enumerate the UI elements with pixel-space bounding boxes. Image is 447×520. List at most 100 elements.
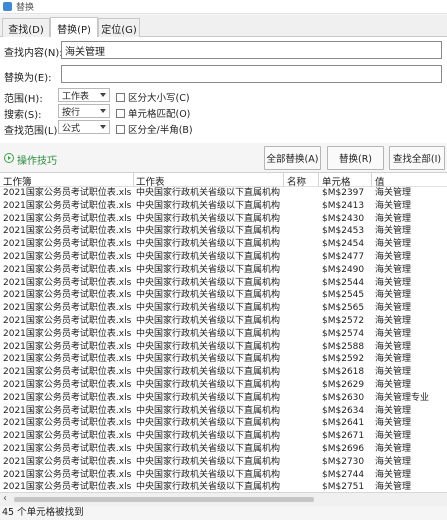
table-row[interactable]: 2021国家公务员考试职位表.xls 中央国家行政机关省级以下直属机构 $M$262… <box>0 379 447 392</box>
column-header-workbook[interactable]: 工作簿 <box>3 174 32 188</box>
table-row[interactable]: 2021国家公务员考试职位表.xls 中央国家行政机关省级以下直属机构 $M$256… <box>0 302 447 315</box>
table-cell: 海关管理 <box>375 354 412 365</box>
table-cell: 2021国家公务员考试职位表.xls <box>3 290 131 301</box>
scope-label: 范围(H): <box>4 94 43 105</box>
replace-button[interactable]: 替换(R) <box>327 146 384 170</box>
table-cell: 海关管理 <box>375 367 412 378</box>
table-cell: 中央国家行政机关省级以下直属机构 <box>136 444 281 454</box>
table-cell: 2021国家公务员考试职位表.xls <box>3 252 131 262</box>
table-row[interactable]: 2021国家公务员考试职位表.xls 中央国家行政机关省级以下直属机构 $M$254… <box>0 277 447 290</box>
table-cell: 海关管理 <box>375 239 412 250</box>
find-input[interactable]: 海关管理 <box>61 41 442 59</box>
table-cell: 2021国家公务员考试职位表.xls <box>3 392 131 403</box>
table-cell: 2021国家公务员考试职位表.xls <box>3 316 131 326</box>
table-cell: $M$2490 <box>322 264 365 275</box>
chevron-left-icon[interactable]: ‹ <box>3 493 7 504</box>
tab-replace[interactable]: 替换(P) <box>50 17 98 38</box>
table-row[interactable]: 2021国家公务员考试职位表.xls 中央国家行政机关省级以下直属机构 $M$247… <box>0 251 447 264</box>
status-bar: 45 个单元格被找到 <box>0 506 447 520</box>
results-table: 工作簿 工作表 名称 单元格 值 2021国家公务员考试职位表.xls 中央国家行… <box>0 172 447 492</box>
table-row[interactable]: 2021国家公务员考试职位表.xls 中央国家行政机关省级以下直属机构 $M$261… <box>0 366 447 379</box>
table-row[interactable]: 2021国家公务员考试职位表.xls 中央国家行政机关省级以下直属机构 $M$269… <box>0 443 447 456</box>
replace-all-button[interactable]: 全部替换(A) <box>264 146 321 170</box>
table-cell: $M$2730 <box>322 456 365 467</box>
table-row[interactable]: 2021国家公务员考试职位表.xls 中央国家行政机关省级以下直属机构 $M$257… <box>0 328 447 341</box>
table-cell: 中央国家行政机关省级以下直属机构 <box>136 380 281 390</box>
table-row[interactable]: 2021国家公务员考试职位表.xls 中央国家行政机关省级以下直属机构 $M$273… <box>0 456 447 469</box>
scope-select-value: 工作表 <box>62 91 90 102</box>
table-cell: 海关管理 <box>375 277 412 288</box>
table-row[interactable]: 2021国家公务员考试职位表.xls 中央国家行政机关省级以下直属机构 $M$263… <box>0 405 447 418</box>
table-cell: 中央国家行政机关省级以下直属机构 <box>136 482 281 492</box>
table-cell: $M$2545 <box>322 290 365 301</box>
table-row[interactable]: 2021国家公务员考试职位表.xls 中央国家行政机关省级以下直属机构 $M$245… <box>0 238 447 251</box>
table-cell: 2021国家公务员考试职位表.xls <box>3 200 131 211</box>
table-cell: $M$2477 <box>322 252 365 262</box>
table-cell: 海关管理 <box>375 418 412 429</box>
table-row[interactable]: 2021国家公务员考试职位表.xls 中央国家行政机关省级以下直属机构 $M$267… <box>0 430 447 443</box>
table-row[interactable]: 2021国家公务员考试职位表.xls 中央国家行政机关省级以下直属机构 $M$257… <box>0 315 447 328</box>
play-circle-icon[interactable] <box>4 153 14 163</box>
table-cell: $M$2592 <box>322 354 365 365</box>
column-header-value[interactable]: 值 <box>375 174 385 188</box>
table-row[interactable]: 2021国家公务员考试职位表.xls 中央国家行政机关省级以下直属机构 $M$254… <box>0 289 447 302</box>
table-row[interactable]: 2021国家公务员考试职位表.xls 中央国家行政机关省级以下直属机构 $M$241… <box>0 200 447 213</box>
scrollbar-thumb[interactable] <box>14 497 314 502</box>
table-cell: 中央国家行政机关省级以下直属机构 <box>136 367 281 378</box>
table-row[interactable]: 2021国家公务员考试职位表.xls 中央国家行政机关省级以下直属机构 $M$274… <box>0 469 447 482</box>
table-cell: 2021国家公务员考试职位表.xls <box>3 367 131 378</box>
column-divider[interactable] <box>283 173 284 187</box>
table-cell: 中央国家行政机关省级以下直属机构 <box>136 392 281 403</box>
tips-link[interactable]: 操作技巧 <box>17 152 57 167</box>
table-row[interactable]: 2021国家公务员考试职位表.xls 中央国家行政机关省级以下直属机构 $M$243… <box>0 213 447 226</box>
table-row[interactable]: 2021国家公务员考试职位表.xls 中央国家行政机关省级以下直属机构 $M$259… <box>0 353 447 366</box>
lookin-select[interactable]: 公式 <box>58 120 110 134</box>
table-row[interactable]: 2021国家公务员考试职位表.xls 中央国家行政机关省级以下直属机构 $M$245… <box>0 225 447 238</box>
table-cell: 2021国家公务员考试职位表.xls <box>3 239 131 250</box>
match-case-checkbox[interactable]: 区分大小写(C) <box>116 90 190 104</box>
table-cell: 2021国家公务员考试职位表.xls <box>3 444 131 454</box>
table-row[interactable]: 2021国家公务员考试职位表.xls 中央国家行政机关省级以下直属机构 $M$258… <box>0 341 447 354</box>
table-cell: 中央国家行政机关省级以下直属机构 <box>136 277 281 288</box>
table-cell: 中央国家行政机关省级以下直属机构 <box>136 239 281 250</box>
horizontal-scrollbar[interactable]: ‹ <box>0 492 447 506</box>
scope-select[interactable]: 工作表 <box>58 88 110 102</box>
table-cell: 海关管理 <box>375 290 412 301</box>
table-cell: 2021国家公务员考试职位表.xls <box>3 213 131 224</box>
replace-input[interactable] <box>61 65 442 83</box>
chevron-down-icon <box>100 125 106 129</box>
table-cell: 海关管理 <box>375 482 412 492</box>
column-divider[interactable] <box>318 173 319 187</box>
table-row[interactable]: 2021国家公务员考试职位表.xls 中央国家行政机关省级以下直属机构 $M$263… <box>0 392 447 405</box>
table-cell: 海关管理 <box>375 469 412 480</box>
find-all-button[interactable]: 查找全部(I) <box>389 146 445 170</box>
table-row[interactable]: 2021国家公务员考试职位表.xls 中央国家行政机关省级以下直属机构 $M$249… <box>0 264 447 277</box>
tab-find[interactable]: 查找(D) <box>2 18 50 37</box>
column-divider[interactable] <box>371 173 372 187</box>
match-width-checkbox[interactable]: 区分全/半角(B) <box>116 122 193 136</box>
tab-goto[interactable]: 定位(G) <box>98 18 140 37</box>
search-select[interactable]: 按行 <box>58 104 110 118</box>
table-row[interactable]: 2021国家公务员考试职位表.xls 中央国家行政机关省级以下直属机构 $M$264… <box>0 417 447 430</box>
table-row[interactable]: 2021国家公务员考试职位表.xls 中央国家行政机关省级以下直属机构 $M$239… <box>0 187 447 200</box>
table-row[interactable]: 2021国家公务员考试职位表.xls 中央国家行政机关省级以下直属机构 $M$275… <box>0 481 447 492</box>
column-header-cell[interactable]: 单元格 <box>322 174 351 188</box>
column-header-name[interactable]: 名称 <box>287 174 306 188</box>
table-cell: 2021国家公务员考试职位表.xls <box>3 482 131 492</box>
column-header-sheet[interactable]: 工作表 <box>136 174 165 188</box>
title-bar: 替换 <box>0 0 447 14</box>
table-cell: $M$2565 <box>322 303 365 314</box>
table-cell: 中央国家行政机关省级以下直属机构 <box>136 316 281 326</box>
lookin-select-value: 公式 <box>62 123 81 134</box>
column-divider[interactable] <box>133 173 134 187</box>
table-cell: 海关管理 <box>375 264 412 275</box>
match-cell-checkbox[interactable]: 单元格匹配(O) <box>116 106 190 120</box>
table-cell: 2021国家公务员考试职位表.xls <box>3 277 131 288</box>
table-cell: 中央国家行政机关省级以下直属机构 <box>136 418 281 429</box>
table-cell: $M$2641 <box>322 418 365 429</box>
table-cell: $M$2544 <box>322 277 365 288</box>
table-cell: $M$2453 <box>322 226 365 237</box>
find-input-value: 海关管理 <box>65 46 105 58</box>
table-cell: 中央国家行政机关省级以下直属机构 <box>136 456 281 467</box>
table-cell: 海关管理 <box>375 341 412 352</box>
